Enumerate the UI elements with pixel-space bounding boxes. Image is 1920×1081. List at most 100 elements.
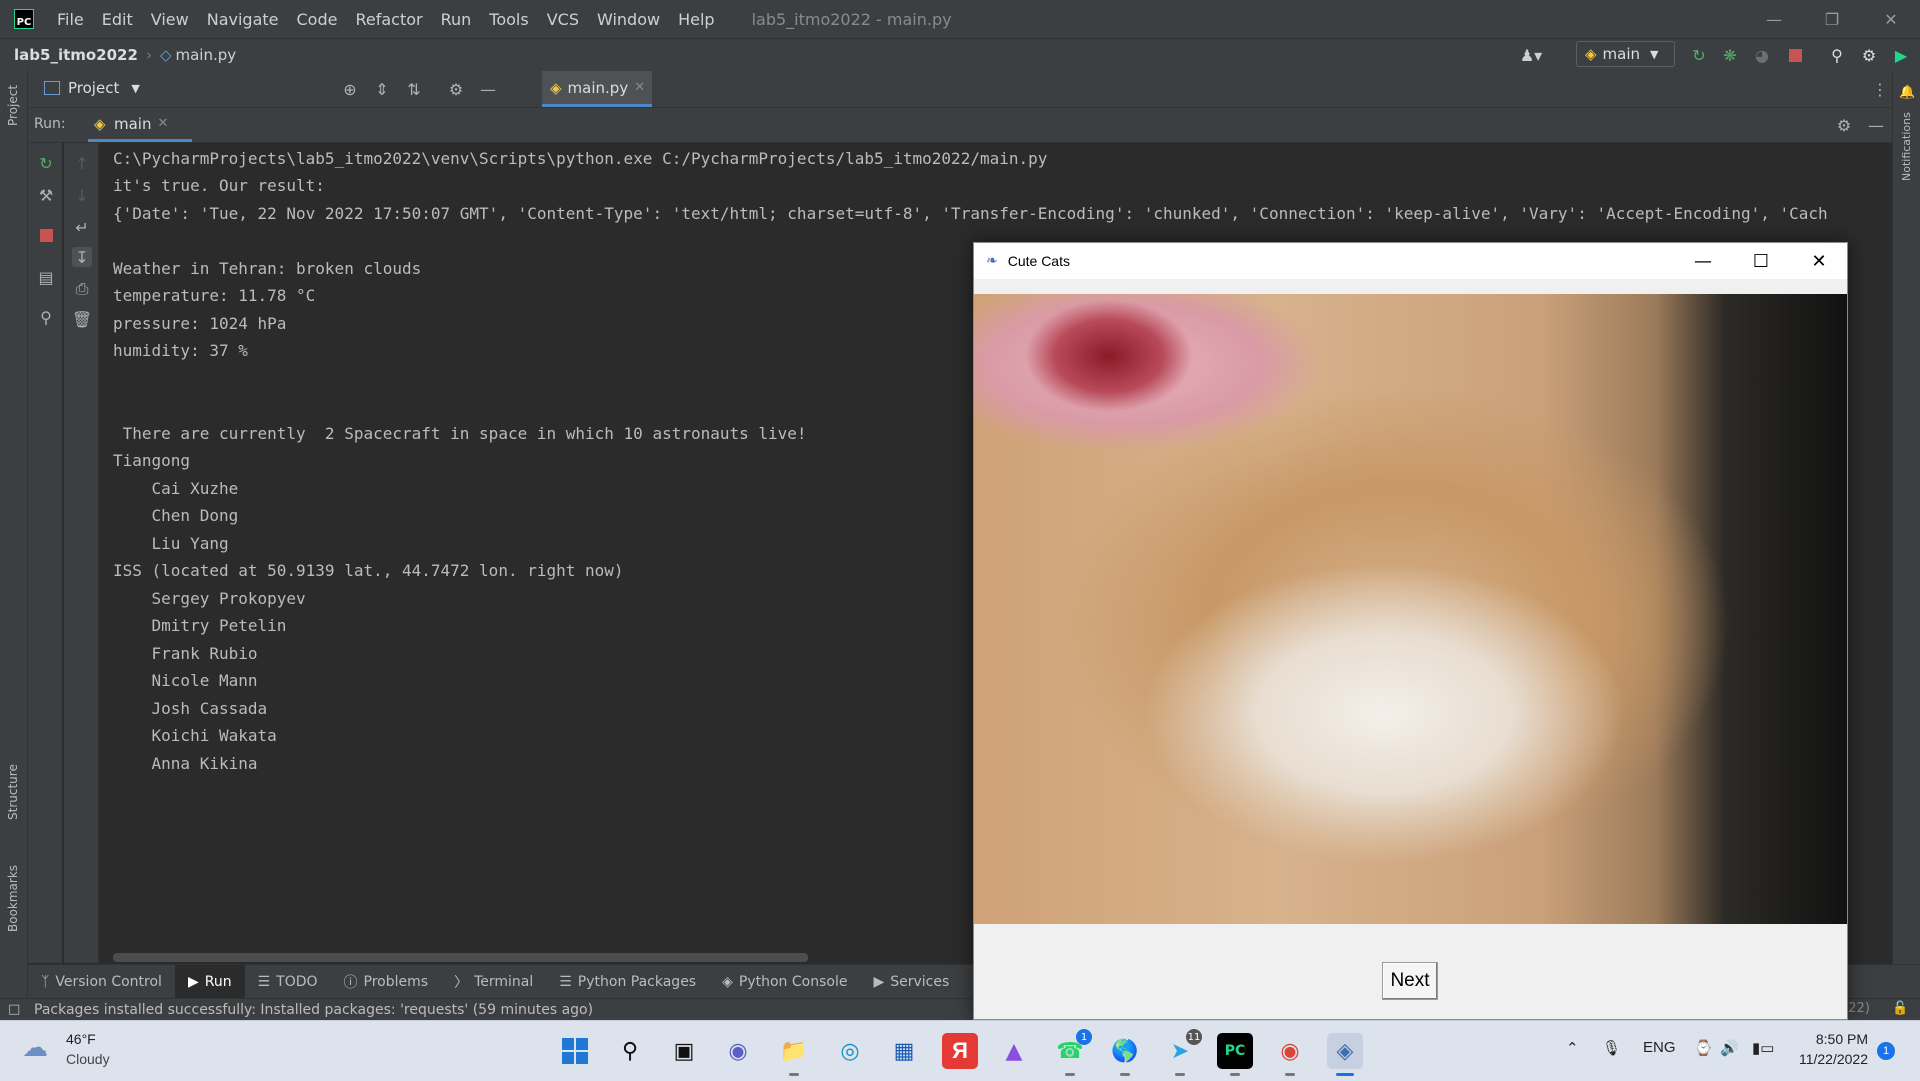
tab-todo[interactable]: ☰ TODO [245,965,331,999]
notifications-tool-button[interactable]: Notifications [1900,112,1913,181]
alice-assistant-icon[interactable]: ▲ [996,1033,1032,1069]
notification-count-badge[interactable]: 1 [1877,1042,1895,1060]
breadcrumb-file[interactable]: main.py [175,46,236,64]
python-app-icon[interactable]: ◈ [1327,1033,1363,1076]
menu-run[interactable]: Run [432,10,481,29]
close-icon[interactable]: ✕ [1862,0,1920,38]
locate-file-icon[interactable]: ⊕ [340,79,360,99]
status-message[interactable]: Packages installed successfully: Install… [34,1002,593,1018]
gear-icon[interactable]: ⚙ [1834,115,1854,135]
microphone-icon[interactable]: 🎙 [1602,1039,1621,1057]
windows-start-icon[interactable] [557,1033,593,1069]
stop-icon[interactable] [36,225,56,245]
show-hidden-icons-chevron-icon[interactable]: ⌃ [1566,1039,1579,1057]
tab-terminal[interactable]: 〉 Terminal [441,965,546,999]
collapse-all-icon[interactable]: ⇅ [404,79,424,99]
menu-view[interactable]: View [142,10,198,29]
debug-bug-icon[interactable]: ❋ [1719,44,1741,66]
whatsapp-icon[interactable]: ☎ 1 [1052,1029,1092,1076]
menu-file[interactable]: File [48,10,93,29]
next-button[interactable]: Next [1382,962,1438,1000]
menu-code[interactable]: Code [288,10,347,29]
gear-icon[interactable]: ⚙ [446,79,466,99]
profiler-icon[interactable]: ◕ [1751,44,1773,66]
console-horizontal-scrollbar[interactable] [113,953,808,962]
clock-time[interactable]: 8:50 PM [1790,1031,1868,1047]
project-tool-button[interactable]: Project [6,85,20,126]
restore-icon[interactable]: ❐ [1803,0,1861,38]
chrome-icon[interactable]: ◉ [1272,1033,1308,1076]
hide-panel-icon[interactable]: — [478,79,498,99]
tab-python-packages[interactable]: ☰ Python Packages [546,965,709,999]
close-tab-icon[interactable]: ✕ [634,80,645,95]
rerun-icon[interactable]: ↻ [36,153,56,173]
tab-python-console[interactable]: ◈ Python Console [709,965,860,999]
expand-all-icon[interactable]: ⇕ [372,79,392,99]
weather-description[interactable]: Cloudy [66,1051,110,1067]
arrow-up-icon[interactable]: ↑ [72,153,92,173]
run-tab-main[interactable]: ◈ main ✕ [88,108,192,142]
search-icon[interactable]: ⚲ [612,1033,648,1069]
close-icon[interactable]: ✕ [1790,243,1848,279]
menu-navigate[interactable]: Navigate [198,10,288,29]
layout-icon[interactable]: ▤ [36,267,56,287]
breadcrumb-project[interactable]: lab5_itmo2022 [14,46,138,64]
stop-icon[interactable] [1784,44,1806,66]
input-language[interactable]: ENG [1643,1039,1676,1056]
yandex-browser-icon[interactable]: Я [942,1033,978,1069]
globe-app-icon[interactable]: 🌎 [1107,1033,1143,1076]
arrow-down-icon[interactable]: ↓ [72,185,92,205]
wifi-icon[interactable]: ⌚ [1694,1039,1713,1057]
tab-problems[interactable]: ⓘ Problems [331,965,442,999]
cute-cats-title-bar[interactable]: ❧ Cute Cats — ☐ ✕ [974,243,1847,279]
minimize-icon[interactable]: — [1745,0,1803,38]
menu-window[interactable]: Window [588,10,669,29]
editor-tab-main-py[interactable]: ◈ main.py ✕ [542,71,652,107]
file-explorer-icon[interactable]: 📁 [776,1033,812,1076]
task-view-icon[interactable]: ▣ [666,1033,702,1069]
console-line: temperature: 11.78 °C [113,286,316,305]
teams-chat-icon[interactable]: ◉ [720,1033,756,1069]
project-view-select[interactable]: Project ▼ [44,79,140,97]
console-line: Koichi Wakata [113,726,277,745]
rerun-icon[interactable]: ↻ [1688,44,1710,66]
scroll-to-end-icon[interactable]: ↧ [72,247,92,267]
menu-refactor[interactable]: Refactor [346,10,431,29]
search-icon[interactable]: ⚲ [1826,44,1848,66]
gear-icon[interactable]: ⚙ [1858,44,1880,66]
bookmarks-tool-button[interactable]: Bookmarks [6,865,20,932]
edge-browser-icon[interactable]: ◎ [832,1033,868,1069]
speaker-icon[interactable]: 🔊 [1720,1039,1739,1057]
tab-run[interactable]: ▶ Run [174,965,245,999]
minimize-icon[interactable]: — [1674,243,1732,279]
menu-tools[interactable]: Tools [480,10,537,29]
telegram-icon[interactable]: ➤ 11 [1162,1029,1202,1076]
soft-wrap-icon[interactable]: ↵ [72,217,92,237]
structure-tool-button[interactable]: Structure [6,764,20,820]
weather-temperature[interactable]: 46°F [66,1031,96,1047]
tab-services[interactable]: ▶ Services [860,965,962,999]
print-icon[interactable]: ⎙ [72,279,92,299]
cloud-weather-icon[interactable]: ☁ [22,1033,58,1069]
clock-date[interactable]: 11/22/2022 [1790,1051,1868,1067]
close-tab-icon[interactable]: ✕ [157,116,168,131]
jetbrains-ai-icon[interactable]: ▶ [1890,44,1912,66]
pin-icon[interactable]: ⚲ [36,307,56,327]
user-account-icon[interactable]: ♟▾ [1520,44,1542,66]
microsoft-store-icon[interactable]: ▦ [886,1033,922,1069]
pycharm-icon[interactable]: PC [1217,1033,1253,1076]
pycharm-logo-icon[interactable]: PC [14,9,34,29]
more-options-icon[interactable]: ⋮ [1870,79,1890,99]
tab-version-control[interactable]: ᛉ Version Control [28,965,175,999]
menu-help[interactable]: Help [669,10,723,29]
wrench-icon[interactable]: ⚒ [36,185,56,205]
lock-icon[interactable]: 🔓 [1892,1001,1908,1016]
toggle-tool-windows-icon[interactable]: □ [8,1002,20,1017]
hide-panel-icon[interactable]: — [1866,115,1886,135]
battery-icon[interactable]: ▮▭ [1752,1039,1774,1057]
menu-vcs[interactable]: VCS [538,10,588,29]
maximize-icon[interactable]: ☐ [1732,243,1790,279]
trash-icon[interactable]: 🗑 [72,309,92,329]
menu-edit[interactable]: Edit [93,10,142,29]
run-configuration-select[interactable]: ◈ main ▼ [1576,41,1675,67]
